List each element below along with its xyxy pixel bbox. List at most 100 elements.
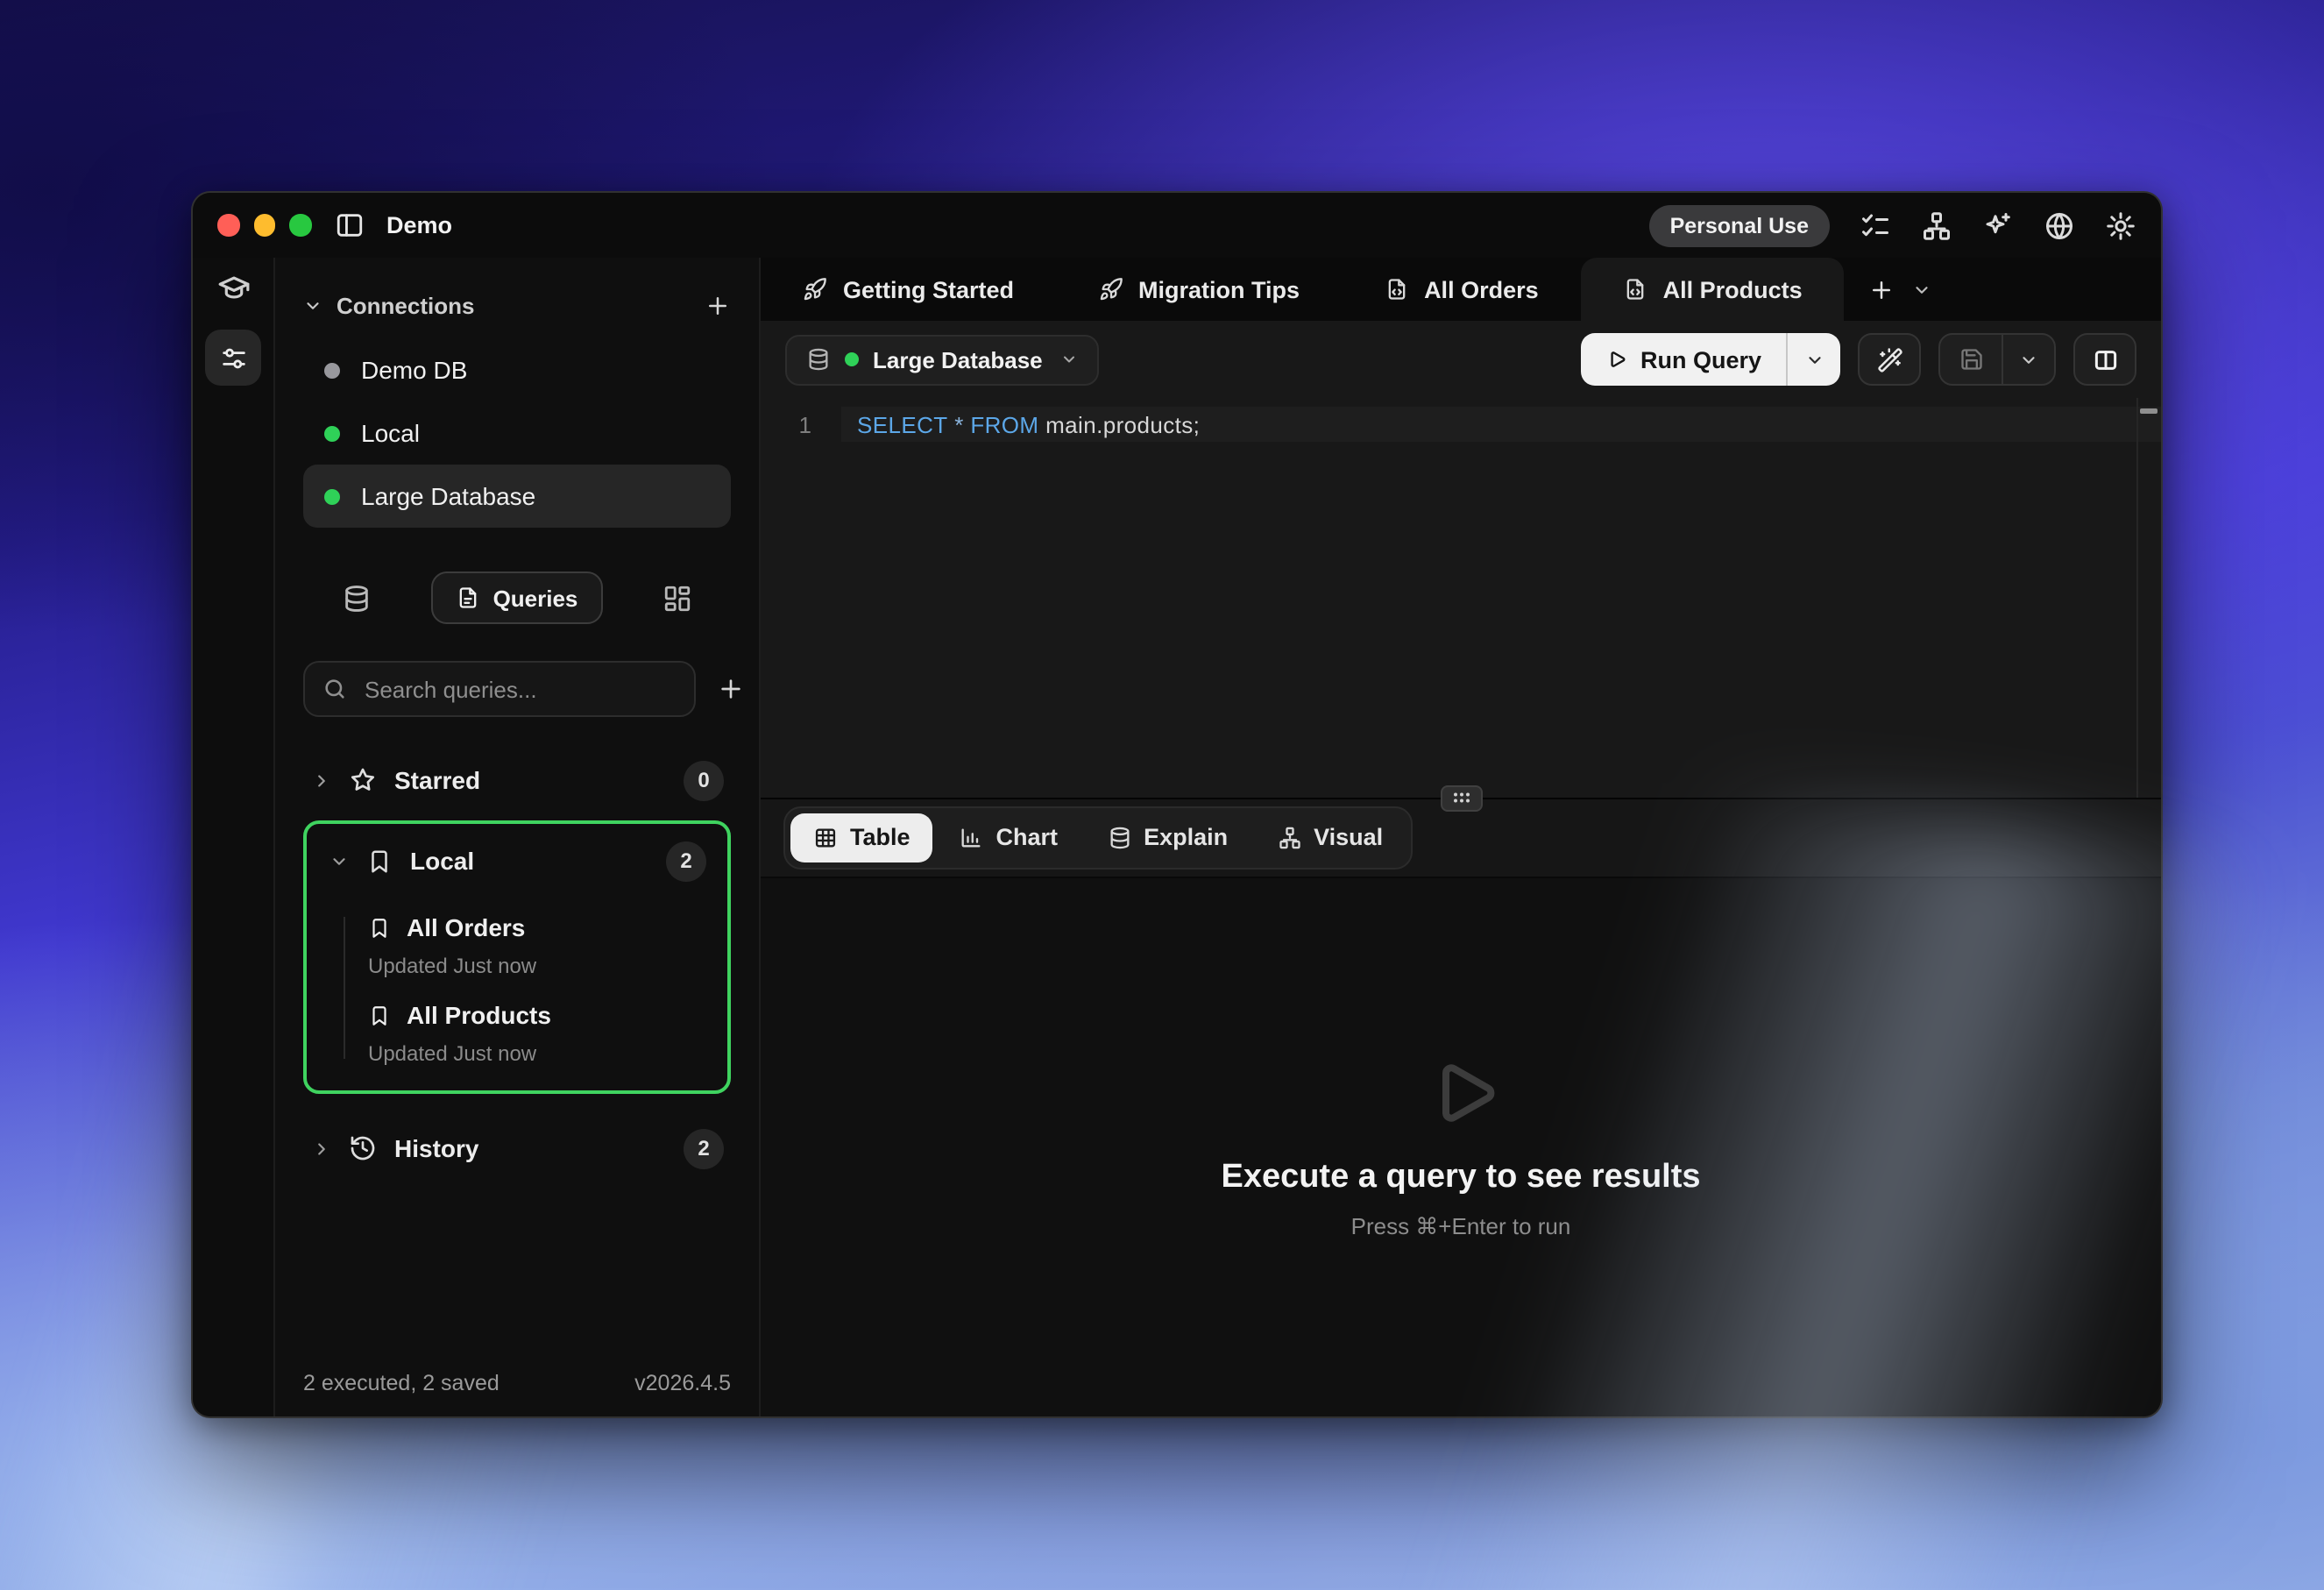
run-options-chevron[interactable]	[1788, 333, 1840, 386]
results-tab-chart[interactable]: Chart	[937, 813, 1081, 862]
database-icon[interactable]	[342, 583, 372, 613]
star-icon	[349, 766, 377, 794]
database-selector[interactable]: Large Database	[785, 334, 1099, 385]
search-queries-input[interactable]	[361, 674, 677, 704]
pane-splitter[interactable]	[761, 784, 2161, 812]
search-queries-box[interactable]	[303, 661, 696, 717]
status-dot-green	[324, 488, 340, 504]
group-local-header[interactable]: Local 2	[321, 831, 713, 891]
query-item-all-orders[interactable]: All Orders Updated Just now	[321, 913, 713, 978]
table-icon	[813, 825, 838, 849]
new-tab-button[interactable]	[1845, 258, 1913, 321]
starred-label: Starred	[394, 766, 481, 794]
settings-sliders-icon[interactable]	[205, 330, 261, 386]
selected-database-label: Large Database	[873, 346, 1043, 373]
close-window-button[interactable]	[217, 214, 239, 237]
sidebar-toggle-icon[interactable]	[334, 210, 364, 240]
chevron-down-icon	[1060, 351, 1078, 368]
save-options-chevron[interactable]	[2003, 335, 2054, 384]
status-dot-gray	[324, 362, 340, 378]
status-dot-green	[324, 425, 340, 441]
app-version: v2026.4.5	[634, 1371, 731, 1395]
history-icon	[349, 1134, 377, 1162]
connection-name: Large Database	[361, 482, 536, 510]
results-tab-visual[interactable]: Visual	[1254, 813, 1406, 862]
group-history[interactable]: History 2	[303, 1118, 731, 1178]
schema-hierarchy-icon[interactable]	[1921, 209, 1952, 241]
run-query-button[interactable]: Run Query	[1581, 333, 1786, 386]
group-starred[interactable]: Starred 0	[303, 750, 731, 810]
split-panel-columns-button[interactable]	[2073, 333, 2136, 386]
layout-grid-icon[interactable]	[662, 583, 692, 613]
app-window: Demo Personal Use Connections Demo DB Lo…	[191, 191, 2163, 1418]
run-query-label: Run Query	[1640, 346, 1761, 373]
save-icon	[1959, 347, 1983, 372]
save-button[interactable]	[1940, 335, 2002, 384]
editor-tabstrip: Getting Started Migration Tips All Order…	[761, 258, 2161, 321]
sql-star: *	[954, 411, 964, 437]
tab-migration-tips[interactable]: Migration Tips	[1056, 258, 1342, 321]
query-updated: Updated Just now	[368, 954, 537, 978]
chevron-right-icon	[310, 770, 331, 790]
document-icon	[457, 586, 481, 610]
query-updated: Updated Just now	[368, 1041, 537, 1066]
bookmark-icon	[368, 916, 391, 939]
play-icon	[1605, 348, 1628, 371]
history-label: History	[394, 1134, 479, 1162]
tab-queries[interactable]: Queries	[431, 571, 603, 624]
window-title: Demo	[386, 212, 453, 238]
drag-grip-icon[interactable]	[1440, 784, 1482, 812]
chevron-right-icon	[310, 1139, 331, 1158]
learn-graduation-cap-icon[interactable]	[216, 272, 250, 305]
sql-editor[interactable]: 1 SELECT * FROM main.products;	[761, 398, 2161, 798]
results-tab-label: Explain	[1144, 824, 1229, 851]
window-body: Connections Demo DB Local Large Database…	[193, 258, 2161, 1416]
main-area: Getting Started Migration Tips All Order…	[761, 258, 2161, 1416]
connections-header[interactable]: Connections	[303, 286, 731, 324]
add-query-button[interactable]	[717, 675, 745, 703]
minimize-window-button[interactable]	[253, 214, 275, 237]
queries-tab-label: Queries	[492, 585, 578, 611]
activity-rail	[193, 258, 275, 1416]
zoom-window-button[interactable]	[289, 214, 311, 237]
connection-item-local[interactable]: Local	[303, 401, 731, 465]
sql-keyword: SELECT	[857, 411, 948, 437]
rocket-icon	[1098, 277, 1123, 302]
tab-label: Getting Started	[843, 276, 1015, 302]
run-query-split-button: Run Query	[1580, 333, 1840, 386]
save-split-button	[1938, 333, 2056, 386]
empty-state-hint: Press ⌘+Enter to run	[1350, 1212, 1571, 1239]
desktop-wallpaper: Demo Personal Use Connections Demo DB Lo…	[0, 0, 2324, 1590]
query-name: All Orders	[407, 913, 526, 941]
connection-item-large-database[interactable]: Large Database	[303, 465, 731, 528]
tab-all-orders[interactable]: All Orders	[1342, 258, 1581, 321]
editor-scrollbar-track[interactable]	[2136, 398, 2138, 798]
format-magic-wand-button[interactable]	[1858, 333, 1921, 386]
results-tab-label: Visual	[1314, 824, 1384, 851]
sql-keyword: FROM	[970, 411, 1039, 437]
license-badge[interactable]: Personal Use	[1648, 204, 1830, 246]
line-number: 1	[798, 411, 811, 437]
results-tab-label: Chart	[995, 824, 1059, 851]
tab-getting-started[interactable]: Getting Started	[761, 258, 1056, 321]
local-query-list: All Orders Updated Just now All Products	[321, 913, 713, 1066]
sql-code: SELECT * FROM main.products;	[841, 407, 2161, 442]
query-item-all-products[interactable]: All Products Updated Just now	[321, 1001, 713, 1066]
globe-icon[interactable]	[2044, 209, 2075, 241]
connection-item-demo-db[interactable]: Demo DB	[303, 338, 731, 401]
local-count-badge: 2	[666, 841, 706, 881]
editor-scrollbar-marker	[2140, 408, 2157, 414]
sql-identifier: main.products;	[1045, 411, 1201, 437]
checklist-icon[interactable]	[1860, 209, 1891, 241]
ai-sparkles-icon[interactable]	[1982, 209, 2014, 241]
tab-all-products[interactable]: All Products	[1580, 258, 1845, 321]
gear-icon[interactable]	[2105, 209, 2136, 241]
traffic-lights	[217, 214, 311, 237]
results-tab-table[interactable]: Table	[790, 813, 933, 862]
tab-label: All Orders	[1424, 276, 1539, 302]
tab-list-chevron-icon[interactable]	[1913, 258, 1932, 321]
history-count-badge: 2	[684, 1128, 724, 1168]
code-line-1: 1 SELECT * FROM main.products;	[761, 407, 2161, 442]
results-tab-explain[interactable]: Explain	[1084, 813, 1251, 862]
add-connection-button[interactable]	[705, 292, 731, 318]
